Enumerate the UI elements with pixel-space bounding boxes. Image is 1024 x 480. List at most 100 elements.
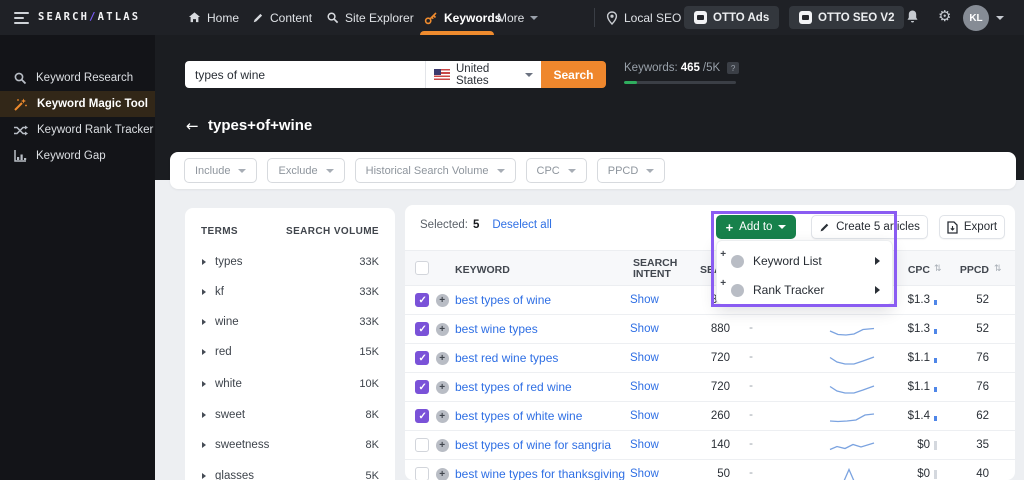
menu-item-rank-tracker[interactable]: Rank Tracker (717, 277, 894, 303)
location-pin-icon (606, 11, 618, 25)
bell-icon[interactable] (905, 9, 920, 25)
filter-include[interactable]: Include (184, 158, 257, 183)
chevron-down-icon[interactable] (996, 16, 1004, 20)
filter-exclude[interactable]: Exclude (267, 158, 344, 183)
expand-triangle-icon[interactable] (202, 289, 206, 295)
keyword-link[interactable]: best wine types for thanksgiving (455, 460, 625, 480)
expand-triangle-icon[interactable] (202, 473, 206, 479)
sort-icon[interactable]: ⇅ (994, 264, 1002, 274)
top-bar: SEARCH/ATLAS Home Content Site Explorer … (0, 0, 1024, 35)
create-articles-button[interactable]: Create 5 articles (811, 215, 928, 239)
keywords-table-panel: Selected: 5 Deselect all + Add to Create… (405, 205, 1015, 480)
chevron-down-icon (568, 169, 576, 173)
filter-ppcd[interactable]: PPCD (597, 158, 666, 183)
back-arrow-icon[interactable]: ← (186, 117, 199, 135)
help-icon[interactable]: ? (727, 62, 739, 74)
add-keyword-icon[interactable] (436, 381, 449, 394)
avatar[interactable]: KL (963, 5, 989, 31)
term-row[interactable]: types33K (185, 252, 395, 272)
deselect-all-link[interactable]: Deselect all (492, 219, 551, 231)
show-intent-link[interactable]: Show (630, 286, 659, 315)
expand-triangle-icon[interactable] (202, 442, 206, 448)
expand-triangle-icon[interactable] (202, 412, 206, 418)
keyword-link[interactable]: best types of white wine (455, 402, 582, 431)
row-checkbox[interactable] (415, 351, 429, 365)
row-checkbox[interactable] (415, 409, 429, 423)
term-row[interactable]: kf33K (185, 282, 395, 302)
cpc-cell: $1.1 (883, 373, 930, 402)
menu-item-keyword-list[interactable]: Keyword List (717, 248, 894, 274)
gap-chart-icon (13, 149, 27, 163)
show-intent-link[interactable]: Show (630, 373, 659, 402)
plus-icon: + (726, 221, 734, 234)
keyword-link[interactable]: best wine types (455, 315, 538, 344)
show-intent-link[interactable]: Show (630, 344, 659, 373)
add-keyword-icon[interactable] (436, 352, 449, 365)
cpc-bar-icon (934, 329, 937, 334)
expand-triangle-icon[interactable] (202, 349, 206, 355)
chevron-down-icon (238, 169, 246, 173)
cpc-cell: $1.1 (883, 344, 930, 373)
row-checkbox[interactable] (415, 467, 429, 480)
sidebar-item-keyword-rank-tracker[interactable]: Keyword Rank Tracker (0, 117, 155, 143)
keyword-link[interactable]: best types of wine (455, 286, 551, 315)
nav-local-seo[interactable]: Local SEO (606, 0, 681, 35)
keyword-link[interactable]: best types of wine for sangria (455, 431, 611, 460)
row-checkbox[interactable] (415, 293, 429, 307)
kd-cell: - (745, 344, 757, 370)
filter-cpc[interactable]: CPC (526, 158, 587, 183)
sidebar-item-keyword-gap[interactable]: Keyword Gap (0, 143, 155, 169)
nav-more[interactable]: More (497, 0, 538, 35)
row-checkbox[interactable] (415, 438, 429, 452)
app-logo: SEARCH/ATLAS (38, 11, 140, 23)
add-keyword-icon[interactable] (436, 410, 449, 423)
row-checkbox[interactable] (415, 380, 429, 394)
cpc-cell: $1.4 (883, 402, 930, 431)
term-row[interactable]: white10K (185, 374, 395, 394)
keyword-link[interactable]: best types of red wine (455, 373, 572, 402)
add-keyword-icon[interactable] (436, 468, 449, 480)
term-row[interactable]: sweetness8K (185, 435, 395, 455)
add-to-button[interactable]: + Add to (716, 215, 796, 239)
term-row[interactable]: glasses5K (185, 466, 395, 480)
expand-triangle-icon[interactable] (202, 319, 206, 325)
expand-triangle-icon[interactable] (202, 381, 206, 387)
country-select[interactable]: United States (425, 61, 541, 88)
kd-cell: - (745, 315, 757, 341)
volume-cell: 50 (675, 460, 730, 480)
search-button[interactable]: Search (541, 61, 606, 88)
sidebar-item-keyword-research[interactable]: Keyword Research (0, 65, 155, 91)
show-intent-link[interactable]: Show (630, 431, 659, 460)
add-keyword-icon[interactable] (436, 439, 449, 452)
search-input[interactable] (185, 61, 425, 88)
term-row[interactable]: sweet8K (185, 405, 395, 425)
table-row: best types of red wine Show 720 - $1.1 7… (405, 373, 1015, 402)
row-checkbox[interactable] (415, 322, 429, 336)
hamburger-menu-icon[interactable] (14, 12, 29, 27)
otto-seo-v2-button[interactable]: OTTO SEO V2 (789, 6, 904, 29)
nav-home[interactable]: Home (188, 0, 239, 35)
terms-column-header: TERMS (201, 226, 238, 237)
expand-triangle-icon[interactable] (202, 259, 206, 265)
sort-icon[interactable]: ⇅ (934, 264, 942, 274)
term-row[interactable]: red15K (185, 342, 395, 362)
show-intent-link[interactable]: Show (630, 315, 659, 344)
add-keyword-icon[interactable] (436, 294, 449, 307)
gear-icon[interactable]: ⚙ (938, 7, 951, 25)
trend-sparkline (829, 468, 875, 480)
export-button[interactable]: Export (939, 215, 1005, 239)
sidebar-item-keyword-magic-tool[interactable]: Keyword Magic Tool (0, 91, 155, 117)
select-all-checkbox[interactable] (415, 261, 429, 275)
show-intent-link[interactable]: Show (630, 460, 659, 480)
logo-text-left: SEARCH (38, 11, 89, 23)
keyword-link[interactable]: best red wine types (455, 344, 558, 373)
show-intent-link[interactable]: Show (630, 402, 659, 431)
otto-ads-button[interactable]: OTTO Ads (684, 6, 779, 29)
pencil-icon (252, 12, 264, 24)
nav-keywords[interactable]: Keywords (424, 0, 501, 35)
add-keyword-icon[interactable] (436, 323, 449, 336)
nav-content[interactable]: Content (252, 0, 312, 35)
nav-site-explorer[interactable]: Site Explorer (326, 0, 414, 35)
term-row[interactable]: wine33K (185, 312, 395, 332)
filter-historical-search-volume[interactable]: Historical Search Volume (355, 158, 516, 183)
